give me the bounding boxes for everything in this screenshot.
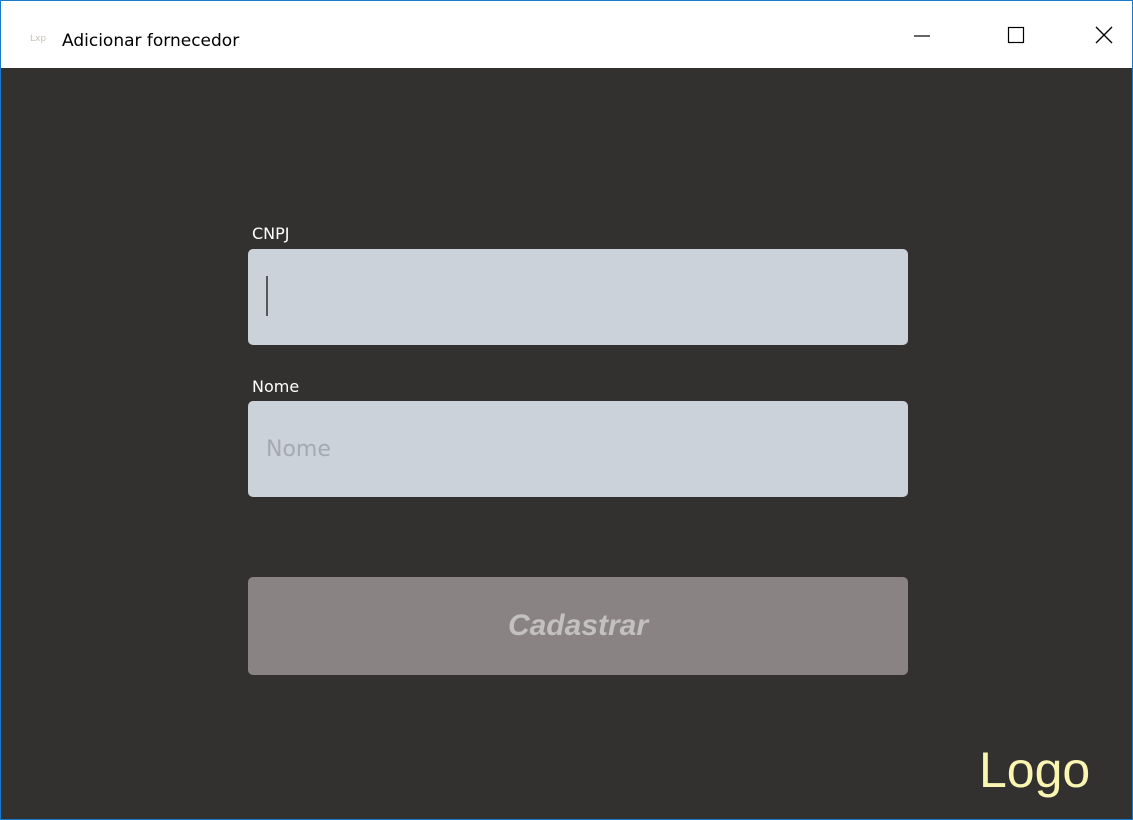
title-bar[interactable]: Lxp Adicionar fornecedor [1,1,1132,68]
cadastrar-button[interactable]: Cadastrar [248,577,908,675]
form-area: CNPJ Nome Cadastrar Logo [1,68,1132,819]
nome-label: Nome [252,377,300,396]
app-icon: Lxp [30,34,47,44]
nome-input[interactable] [248,401,908,497]
minimize-icon [914,35,930,37]
window-title: Adicionar fornecedor [62,31,240,51]
cnpj-input[interactable] [248,249,908,345]
maximize-button[interactable] [993,12,1039,58]
app-window: Lxp Adicionar fornecedor CNPJ Nome Cadas… [0,0,1133,820]
logo: Logo [979,742,1091,798]
minimize-button[interactable] [899,12,945,58]
maximize-icon [1007,26,1025,44]
text-caret [266,276,268,316]
cnpj-label: CNPJ [252,224,290,243]
close-icon [1095,26,1113,44]
close-button[interactable] [1081,12,1127,58]
